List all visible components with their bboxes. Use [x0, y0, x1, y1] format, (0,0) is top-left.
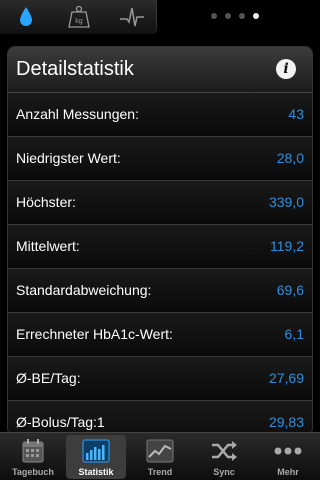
page-dot-active: [253, 13, 259, 19]
stat-row: Standardabweichung: 69,6: [8, 269, 312, 313]
stat-label: Anzahl Messungen:: [16, 106, 139, 122]
stat-row: Mittelwert: 119,2: [8, 225, 312, 269]
tab-mehr[interactable]: Mehr: [258, 435, 318, 479]
bar-chart-icon: [81, 438, 111, 464]
tab-label: Sync: [213, 467, 235, 477]
mode-blood-glucose-button[interactable]: [3, 3, 49, 31]
page-indicator[interactable]: [211, 13, 259, 19]
trend-line-icon: [145, 438, 175, 464]
weight-kg-icon: kg: [68, 5, 90, 28]
mode-heart-button[interactable]: [109, 3, 155, 31]
mode-weight-button[interactable]: kg: [56, 3, 102, 31]
stat-value: 69,6: [276, 282, 304, 298]
stat-label: Mittelwert:: [16, 238, 80, 254]
tab-bar: Tagebuch Statistik Trend Sync Mehr: [0, 432, 320, 480]
stat-row: Errechneter HbA1c-Wert: 6,1: [8, 313, 312, 357]
stat-value: 28,0: [276, 150, 304, 166]
stat-label: Errechneter HbA1c-Wert:: [16, 326, 173, 342]
tab-label: Trend: [147, 467, 173, 477]
stat-label: Ø-Bolus/Tag:1: [16, 414, 105, 430]
tab-label: Statistik: [78, 467, 114, 477]
page-dot: [225, 13, 231, 19]
mode-switcher: kg: [0, 0, 157, 34]
info-icon[interactable]: i: [276, 59, 296, 79]
blood-drop-icon: [20, 7, 32, 26]
shuffle-icon: [209, 438, 239, 464]
stat-value: 27,69: [268, 370, 304, 386]
stat-value: 119,2: [270, 238, 304, 254]
tab-label: Mehr: [277, 467, 299, 477]
tab-tagebuch[interactable]: Tagebuch: [3, 435, 63, 479]
panel-title: Detailstatistik: [16, 58, 134, 80]
stat-label: Ø-BE/Tag:: [16, 370, 81, 386]
stat-value: 339,0: [268, 194, 304, 210]
stat-label: Höchster:: [16, 194, 76, 210]
stat-row: Ø-BE/Tag: 27,69: [8, 357, 312, 401]
top-bar: kg: [0, 0, 320, 36]
stat-row: Niedrigster Wert: 28,0: [8, 137, 312, 181]
stat-value: 43: [288, 106, 304, 122]
panel-header: Detailstatistik i: [8, 47, 312, 93]
stat-row: Anzahl Messungen: 43: [8, 93, 312, 137]
more-dots-icon: [273, 438, 303, 464]
tab-trend[interactable]: Trend: [130, 435, 190, 479]
stat-value: 6,1: [284, 326, 304, 342]
statistics-panel: Detailstatistik i Anzahl Messungen: 43 N…: [7, 46, 313, 436]
heart-pulse-icon: [120, 7, 144, 27]
stat-row: Ø-Bolus/Tag:1 29,83: [8, 401, 312, 435]
weight-kg-label: kg: [75, 18, 83, 25]
stat-value: 29,83: [268, 414, 304, 430]
tab-statistik[interactable]: Statistik: [66, 435, 126, 479]
calendar-icon: [18, 438, 48, 464]
stat-label: Standardabweichung:: [16, 282, 152, 298]
tab-label: Tagebuch: [12, 467, 54, 477]
page-dot: [239, 13, 245, 19]
tab-sync[interactable]: Sync: [194, 435, 254, 479]
stat-label: Niedrigster Wert:: [16, 150, 121, 166]
page-dot: [211, 13, 217, 19]
stat-row: Höchster: 339,0: [8, 181, 312, 225]
